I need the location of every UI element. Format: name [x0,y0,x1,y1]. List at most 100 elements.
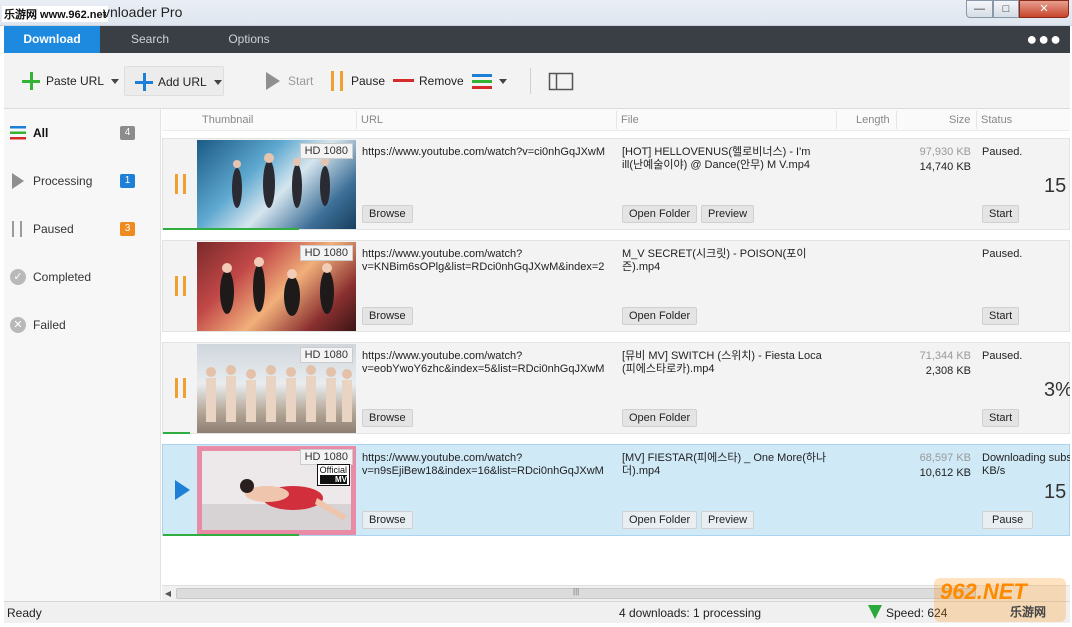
open-folder-button[interactable]: Open Folder [622,307,698,325]
plus-icon [133,67,155,97]
download-progress-bar [163,432,190,434]
file-name: [MV] FIESTAR(피에스타) _ One More(하나 더).mp4 [622,452,827,477]
close-button[interactable]: ✕ [1019,0,1069,18]
colored-list-icon [471,66,493,96]
download-row[interactable]: HD 1080 Official MV https://www.youtube.… [162,444,1070,536]
pause-download-button[interactable]: Pause [982,511,1034,529]
tab-search[interactable]: Search [110,26,190,53]
size-cell: 68,597 KB 10,612 KB [898,452,971,480]
start-button[interactable]: Start [264,66,320,96]
check-circle-icon: ✓ [10,269,26,285]
sidebar-item-paused[interactable]: Paused 3 [4,213,161,245]
pause-label: Pause [351,74,386,88]
list-icon [10,125,26,141]
sidebar-item-completed[interactable]: ✓ Completed [4,261,161,293]
scrollbar-thumb[interactable]: ||| [176,587,976,599]
url-text: https://www.youtube.com/watch?v=ci0nhGqJ… [362,146,606,158]
download-row[interactable]: HD 1080 https://www.youtube.com/watch?v=… [162,240,1070,332]
progress-percent: 3% [1044,379,1070,401]
plus-icon [20,66,42,96]
count-badge: 4 [120,126,135,140]
official-label: Official [319,465,347,475]
browse-button[interactable]: Browse [362,205,413,223]
url-text: https://www.youtube.com/watch?v=KNBim6sO… [362,248,605,273]
paste-url-dropdown-icon[interactable] [108,66,122,96]
panel-layout-icon [548,66,576,96]
browse-button[interactable]: Browse [362,511,413,529]
remove-button[interactable]: Remove [392,66,464,96]
column-url[interactable]: URL [361,114,383,126]
start-download-button[interactable]: Start [982,205,1020,223]
column-size[interactable]: Size [949,114,970,126]
size-total: 68,597 KB [919,452,971,464]
add-url-label: Add URL [158,75,207,89]
browse-button[interactable]: Browse [362,409,413,427]
toggle-sidebar-button[interactable] [548,66,576,96]
site-logo-sub: 乐游网 [1010,605,1047,619]
size-total: 97,930 KB [919,146,971,158]
start-download-button[interactable]: Start [982,307,1020,325]
size-downloaded: 10,612 KB [919,467,971,479]
play-icon [171,479,191,501]
download-row[interactable]: HD 1080 https://www.youtube.com/watch?v=… [162,342,1070,434]
official-mv-badge: Official MV [316,464,350,486]
toolbar: Paste URL Add URL Start Pause Remove [4,53,1070,109]
start-label: Start [288,74,314,88]
ready-status: Ready [7,606,42,620]
quality-badge: HD 1080 [299,347,353,363]
play-icon [264,66,286,96]
open-folder-button[interactable]: Open Folder [622,409,698,427]
toolbar-divider [530,68,531,94]
column-file[interactable]: File [621,114,639,126]
start-download-button[interactable]: Start [982,409,1020,427]
preview-button[interactable]: Preview [701,205,755,223]
download-progress-bar [163,534,299,536]
sidebar-item-failed[interactable]: ✕ Failed [4,309,161,341]
site-watermark-logo: 962.NET 乐游网 [934,578,1066,622]
download-row[interactable]: HD 1080 https://www.youtube.com/watch?v=… [162,138,1070,230]
sidebar-item-label: All [33,126,49,140]
size-total: 71,344 KB [919,350,971,362]
grip-icon: ||| [573,587,580,596]
title-bar: 乐游网 www.962.net vnloader Pro — □ ✕ [0,0,1072,26]
video-thumbnail: HD 1080 [197,344,356,433]
x-circle-icon: ✕ [10,317,26,333]
open-folder-button[interactable]: Open Folder [622,205,698,223]
column-thumbnail[interactable]: Thumbnail [202,114,253,126]
sidebar-item-all[interactable]: All 4 [4,117,161,149]
open-folder-button[interactable]: Open Folder [622,511,698,529]
watermark: 乐游网 www.962.net [2,6,109,22]
add-url-dropdown-icon[interactable] [211,67,225,97]
scroll-left-icon[interactable]: ◀ [162,586,174,601]
count-badge: 3 [120,222,135,236]
window-title: vnloader Pro [103,4,183,20]
url-text: https://www.youtube.com/watch?v=eobYwoY6… [362,350,605,375]
video-thumbnail: HD 1080 [197,140,356,229]
browse-button[interactable]: Browse [362,307,413,325]
quality-badge: HD 1080 [299,143,353,159]
status-bar: Ready 4 downloads: 1 processing Speed: 6… [4,601,1070,623]
paste-url-button[interactable]: Paste URL [20,66,110,96]
file-name: M_V SECRET(시크릿) - POISON(포이즌).mp4 [622,248,807,273]
maximize-button[interactable]: □ [993,0,1019,18]
minimize-button[interactable]: — [966,0,993,18]
column-status[interactable]: Status [981,114,1012,126]
more-menu-icon[interactable]: ●●● [1026,29,1062,50]
add-url-button[interactable]: Add URL [124,66,224,96]
list-options-button[interactable] [471,66,511,96]
size-downloaded: 2,308 KB [925,365,971,377]
progress-percent: 15 [1044,175,1067,197]
status-text: Downloading subs KB/s [982,452,1070,477]
pause-button[interactable]: Pause [328,66,386,96]
preview-button[interactable]: Preview [701,511,755,529]
column-length[interactable]: Length [856,114,890,126]
download-progress-bar [163,228,299,230]
official-sub-label: MV [319,475,347,484]
pause-icon [171,275,191,297]
size-downloaded: 14,740 KB [919,161,971,173]
sidebar-item-processing[interactable]: Processing 1 [4,165,161,197]
tab-options[interactable]: Options [208,26,290,53]
quality-badge: HD 1080 [299,449,353,465]
tab-download[interactable]: Download [4,26,100,53]
sidebar-item-label: Completed [33,270,92,284]
